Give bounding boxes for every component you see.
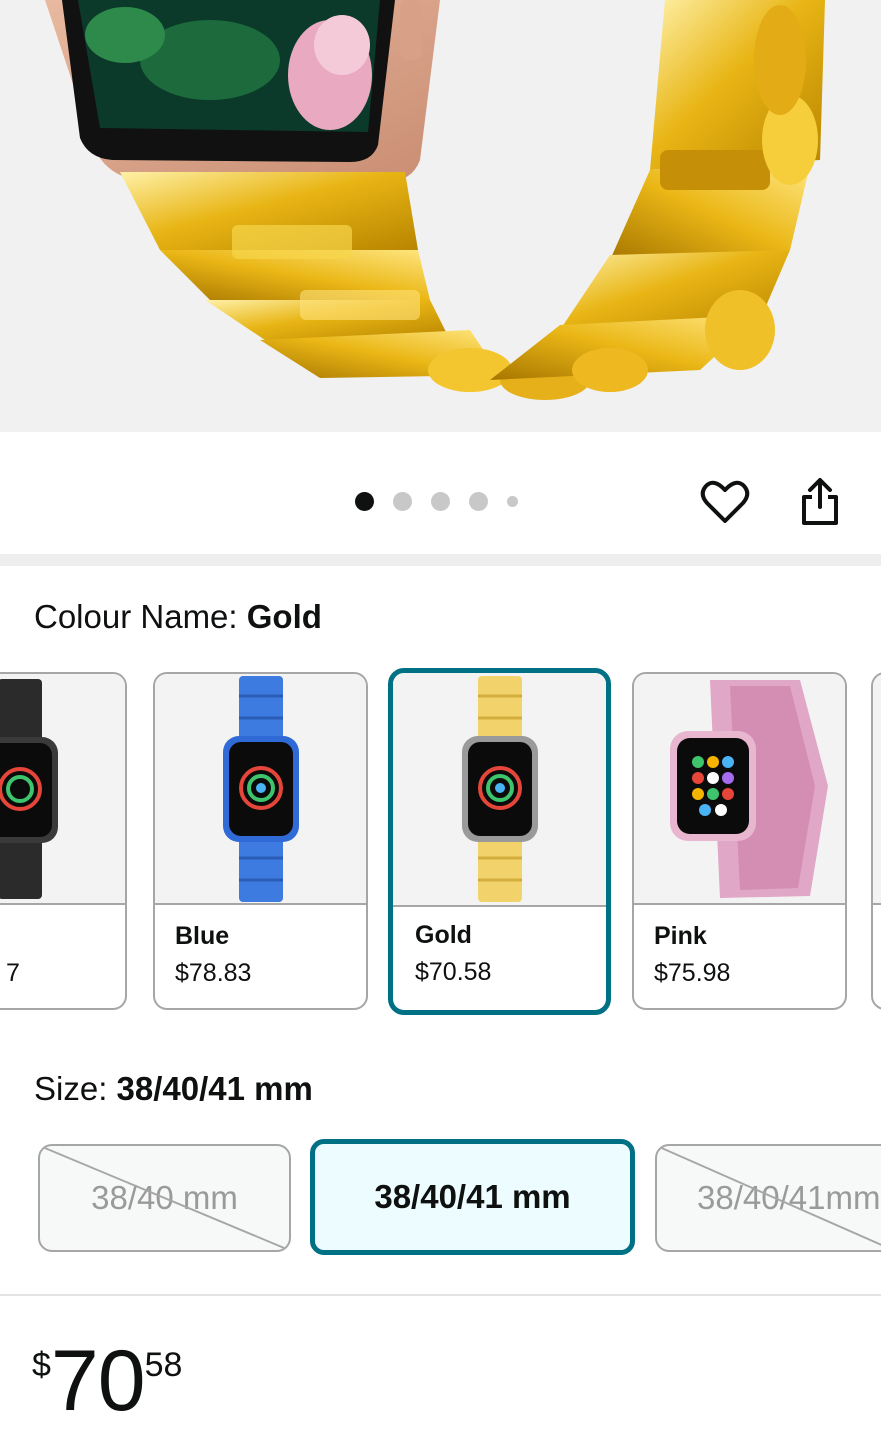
- price-fraction: 58: [144, 1346, 183, 1384]
- swatch-thumbnail: [393, 673, 606, 907]
- pager-dot[interactable]: [469, 492, 488, 511]
- pager-dot[interactable]: [355, 492, 374, 511]
- product-image[interactable]: [0, 0, 881, 432]
- colour-swatch-next[interactable]: [871, 672, 881, 1010]
- swatch-name: Gold: [415, 921, 472, 949]
- swatch-name: Pink: [654, 922, 707, 950]
- black-band-image: [0, 678, 58, 899]
- section-divider: [0, 554, 881, 566]
- size-selected-value: 38/40/41 mm: [116, 1070, 313, 1107]
- pager-dot[interactable]: [431, 492, 450, 511]
- product-price: $ 70 58: [32, 1338, 182, 1424]
- gold-watch-band-image: [0, 0, 881, 432]
- unavailable-strike: [40, 1146, 289, 1250]
- blue-band-image: [222, 675, 299, 902]
- unavailable-strike: [657, 1146, 881, 1246]
- image-pager-dots[interactable]: [355, 492, 518, 511]
- swatch-thumbnail: [155, 674, 366, 905]
- swatch-thumbnail: [634, 674, 845, 905]
- price-whole: 70: [50, 1333, 146, 1429]
- colour-selected-value: Gold: [246, 598, 322, 635]
- swatch-price: $75.98: [654, 959, 731, 987]
- colour-swatch-gold[interactable]: Gold $70.58: [388, 668, 611, 1015]
- size-option-38-40[interactable]: 38/40 mm: [38, 1144, 291, 1252]
- size-label: Size: 38/40/41 mm: [34, 1070, 313, 1108]
- favorite-button[interactable]: [697, 474, 753, 530]
- size-option-38-40-41[interactable]: 38/40/41 mm: [310, 1139, 635, 1255]
- colour-swatch-strip[interactable]: 7 Blue $78.83 Gold $70.58 Pink $75.98: [0, 668, 881, 1020]
- colour-swatch-black[interactable]: 7: [0, 672, 127, 1010]
- pager-dot[interactable]: [393, 492, 412, 511]
- colour-swatch-pink[interactable]: Pink $75.98: [632, 672, 847, 1010]
- pink-band-image: [669, 679, 828, 898]
- gold-band-image: [461, 676, 538, 902]
- swatch-thumbnail: [0, 674, 125, 905]
- colour-name-label: Colour Name: Gold: [34, 598, 322, 636]
- swatch-name: Blue: [175, 922, 230, 950]
- swatch-price: 7: [6, 959, 20, 987]
- colour-swatch-blue[interactable]: Blue $78.83: [153, 672, 368, 1010]
- size-option-38-40-41-alt[interactable]: 38/40/41mm: [655, 1144, 881, 1252]
- share-icon: [802, 478, 838, 525]
- section-divider: [0, 1294, 881, 1296]
- swatch-thumbnail: [873, 674, 881, 905]
- swatch-price: $78.83: [175, 959, 252, 987]
- colour-label-prefix: Colour Name:: [34, 598, 247, 635]
- heart-outline-icon: [700, 480, 750, 523]
- share-button[interactable]: [792, 474, 848, 530]
- price-currency: $: [32, 1346, 51, 1384]
- size-label-prefix: Size:: [34, 1070, 117, 1107]
- swatch-price: $70.58: [415, 958, 492, 986]
- pager-dot[interactable]: [507, 496, 518, 507]
- size-option-label: 38/40/41 mm: [374, 1178, 571, 1215]
